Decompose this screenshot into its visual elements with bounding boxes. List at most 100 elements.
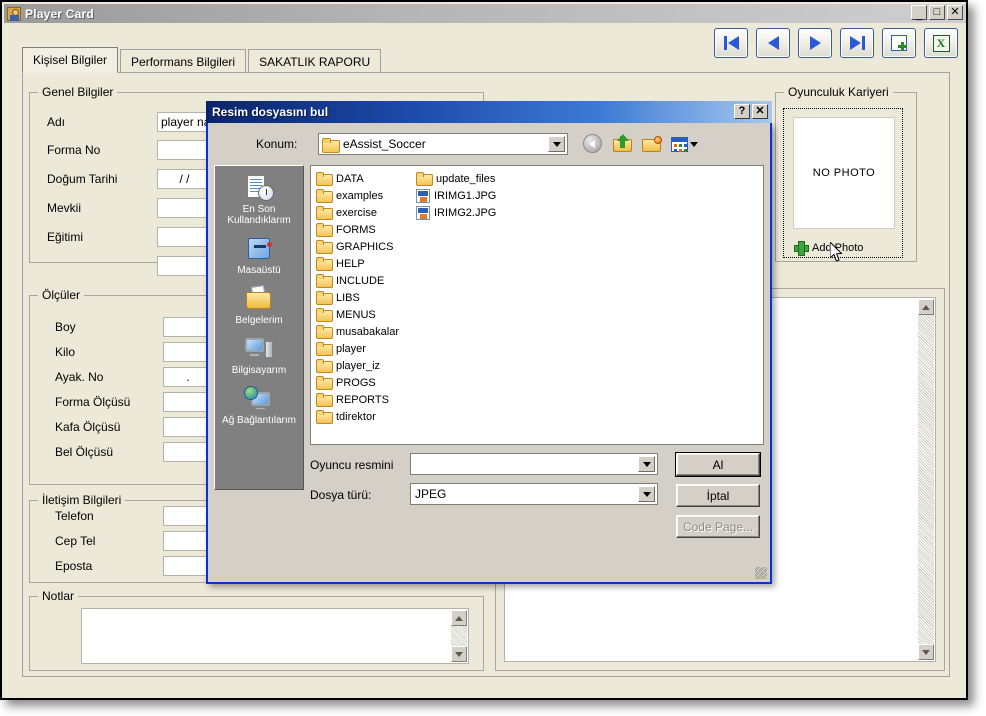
folder-icon	[316, 206, 333, 220]
list-item[interactable]: DATA	[314, 170, 414, 187]
code-page-button: Code Page...	[676, 515, 760, 538]
list-item[interactable]: update_files	[414, 170, 514, 187]
resize-grip[interactable]	[755, 567, 767, 579]
tab-label: SAKATLIK RAPORU	[259, 54, 371, 69]
file-name: examples	[336, 189, 384, 202]
list-item[interactable]: player	[314, 340, 414, 357]
group-notlar: Notlar	[29, 589, 484, 671]
folder-icon	[316, 240, 333, 254]
scroll-up-button[interactable]	[451, 610, 467, 626]
location-bar: Konum: eAssist_Soccer	[208, 131, 770, 157]
network-icon	[244, 385, 274, 413]
views-icon	[671, 137, 688, 152]
tab-kisisel-bilgiler[interactable]: Kişisel Bilgiler	[22, 47, 119, 73]
tab-label: Kişisel Bilgiler	[33, 53, 108, 67]
up-one-level-button[interactable]	[613, 134, 633, 153]
dogum-tarihi-input[interactable]: / /	[157, 169, 212, 189]
notlar-scrollbar[interactable]	[451, 610, 467, 662]
dialog-action-buttons: Al İptal Code Page...	[675, 452, 761, 546]
forma-no-input[interactable]	[157, 140, 212, 160]
field-label: Adı	[47, 115, 66, 129]
list-item[interactable]: musabakalar	[314, 323, 414, 340]
file-name: PROGS	[336, 376, 376, 389]
maximize-button[interactable]: □	[929, 5, 945, 20]
egitimi-input[interactable]	[157, 227, 212, 247]
cancel-button[interactable]: İptal	[676, 484, 760, 507]
jpeg-file-icon	[416, 205, 430, 220]
place-my-documents[interactable]: Belgelerim	[215, 281, 303, 331]
field-label: Ayak. No	[55, 370, 104, 384]
file-name: IRIMG1.JPG	[434, 189, 497, 202]
filename-label: Oyuncu resmini	[310, 458, 394, 472]
place-label: En Son Kullandıklarım	[227, 204, 291, 226]
file-listview[interactable]: DATA examples exercise FORMS GRAPHICS HE…	[310, 165, 764, 445]
back-button[interactable]	[583, 134, 604, 155]
extra-input[interactable]	[157, 256, 212, 276]
list-item[interactable]: examples	[314, 187, 414, 204]
field-boy: Boy	[55, 317, 213, 337]
scroll-down-button[interactable]	[918, 644, 934, 660]
field-label: Mevkii	[47, 201, 82, 215]
tab-sakatlik-raporu[interactable]: SAKATLIK RAPORU	[248, 49, 382, 73]
field-dogum-tarihi: Doğum Tarihi / /	[47, 169, 212, 189]
filetype-combobox[interactable]: JPEG	[410, 483, 658, 505]
file-name: LIBS	[336, 291, 360, 304]
close-button[interactable]: ✕	[947, 5, 963, 20]
filename-combobox[interactable]	[410, 453, 658, 475]
list-item[interactable]: GRAPHICS	[314, 238, 414, 255]
chevron-down-icon[interactable]	[638, 456, 655, 472]
tab-performans-bilgileri[interactable]: Performans Bilgileri	[120, 49, 247, 73]
place-desktop[interactable]: Masaüstü	[215, 231, 303, 281]
list-item[interactable]: LIBS	[314, 289, 414, 306]
chevron-down-icon[interactable]	[548, 136, 565, 152]
list-item[interactable]: tdirektor	[314, 408, 414, 425]
list-item[interactable]: IRIMG1.JPG	[414, 187, 514, 204]
tab-label: Performans Bilgileri	[131, 54, 236, 69]
dialog-close-button[interactable]: ✕	[752, 104, 768, 119]
my-computer-icon	[244, 335, 274, 363]
list-item[interactable]: PROGS	[314, 374, 414, 391]
file-name: DATA	[336, 172, 364, 185]
file-name: update_files	[436, 172, 496, 185]
list-item[interactable]: IRIMG2.JPG	[414, 204, 514, 221]
file-name: IRIMG2.JPG	[434, 206, 497, 219]
chevron-down-icon[interactable]	[638, 486, 655, 502]
player-card-window: Player Card _ □ ✕ X Kişisel Bilgiler Per…	[0, 0, 968, 700]
list-item[interactable]: exercise	[314, 204, 414, 221]
add-plus-icon	[794, 241, 809, 256]
list-item[interactable]: REPORTS	[314, 391, 414, 408]
filetype-value: JPEG	[415, 487, 447, 501]
location-label: Konum:	[256, 137, 298, 151]
help-button[interactable]: ?	[734, 104, 750, 119]
place-network[interactable]: Ağ Bağlantılarım	[215, 381, 303, 431]
list-item[interactable]: MENUS	[314, 306, 414, 323]
open-button[interactable]: Al	[675, 452, 761, 477]
back-icon	[583, 134, 602, 153]
new-folder-button[interactable]	[642, 136, 662, 153]
dialog-title: Resim dosyasını bul	[212, 105, 329, 119]
scroll-down-button[interactable]	[451, 646, 467, 662]
file-open-dialog: Resim dosyasını bul ? ✕ Konum: eAssist_S…	[206, 101, 772, 584]
location-combobox[interactable]: eAssist_Soccer	[318, 133, 568, 155]
field-eposta: Eposta	[55, 556, 213, 576]
list-item[interactable]: player_iz	[314, 357, 414, 374]
list-item[interactable]: FORMS	[314, 221, 414, 238]
notlar-textarea[interactable]	[81, 608, 469, 664]
field-kilo: Kilo	[55, 342, 213, 362]
file-name: REPORTS	[336, 393, 389, 406]
minimize-button[interactable]: _	[911, 5, 927, 21]
field-extra	[157, 256, 212, 276]
mevkii-input[interactable]	[157, 198, 212, 218]
mouse-cursor	[830, 242, 843, 262]
scroll-up-button[interactable]	[918, 299, 934, 315]
place-my-computer[interactable]: Bilgisayarım	[215, 331, 303, 381]
views-button[interactable]	[671, 137, 698, 152]
my-documents-icon	[244, 285, 274, 313]
photo-dropzone[interactable]: NO PHOTO Add Photo	[783, 108, 903, 258]
place-recent-documents[interactable]: En Son Kullandıklarım	[215, 170, 303, 231]
list-item[interactable]: HELP	[314, 255, 414, 272]
right-detail-scrollbar[interactable]	[918, 299, 934, 660]
add-photo-button[interactable]: Add Photo	[794, 241, 863, 256]
folder-icon	[316, 172, 333, 186]
list-item[interactable]: INCLUDE	[314, 272, 414, 289]
